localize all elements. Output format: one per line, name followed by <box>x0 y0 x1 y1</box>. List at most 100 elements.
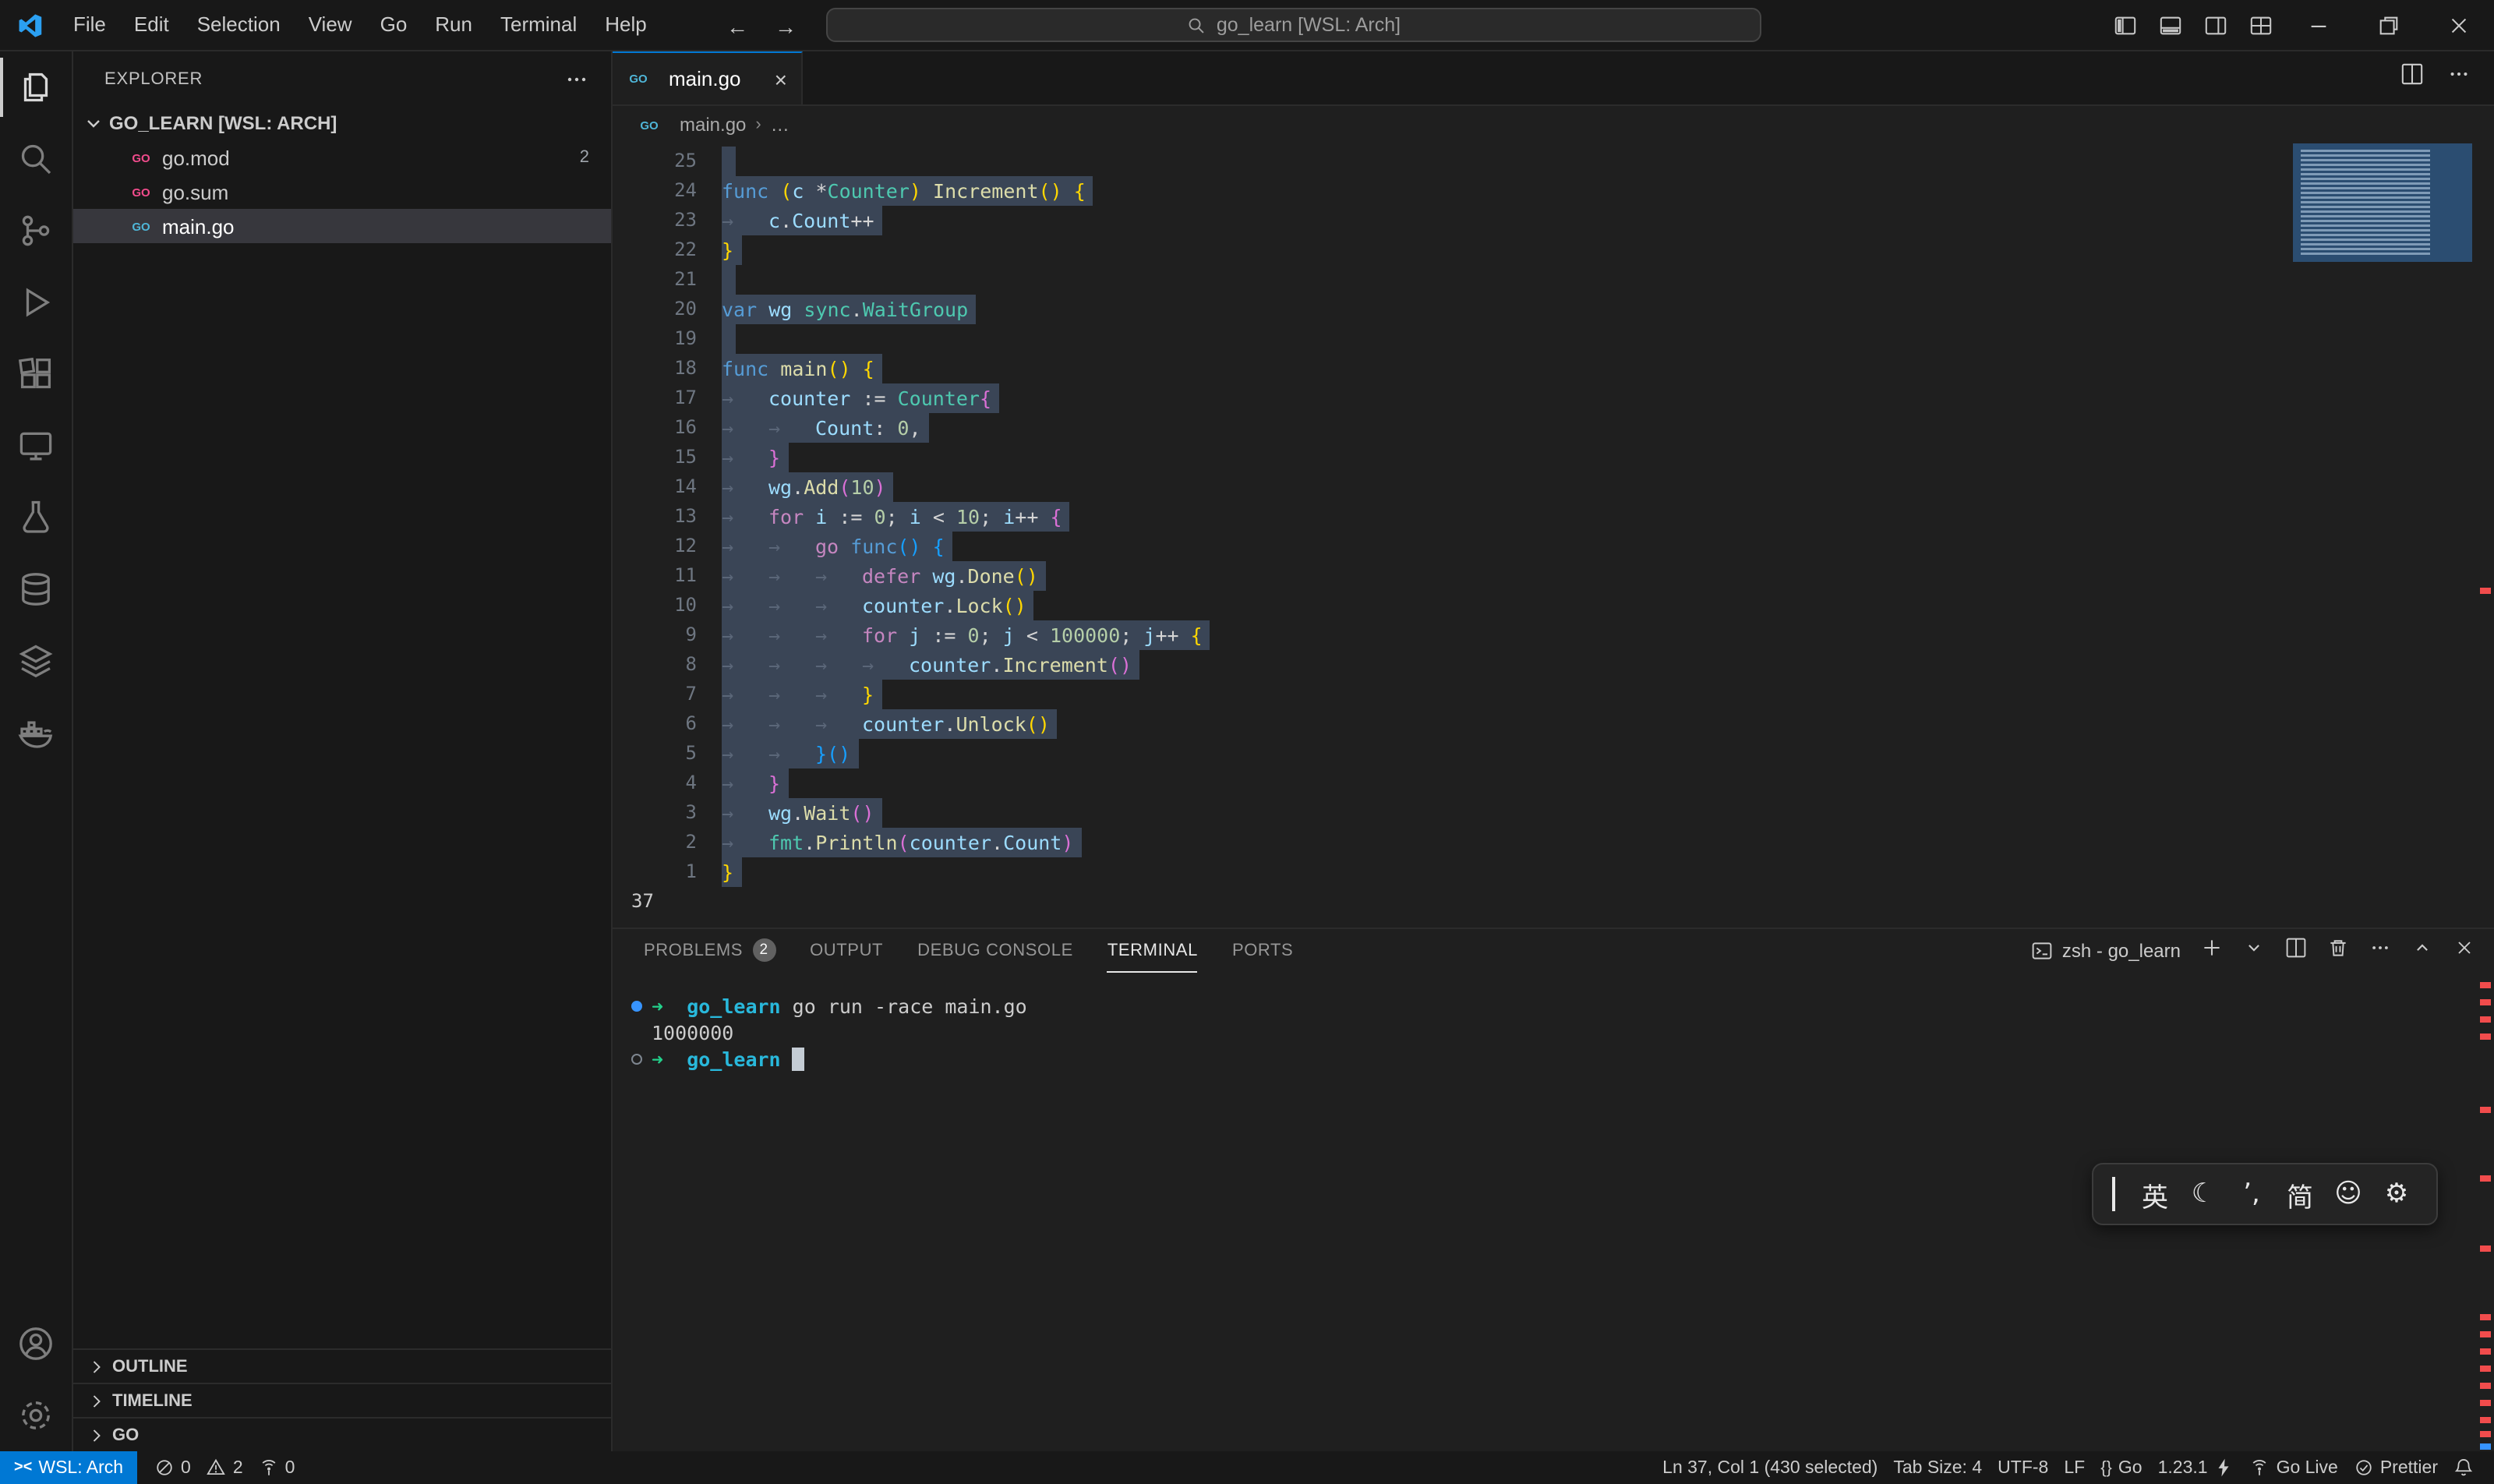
section-timeline[interactable]: TIMELINE <box>73 1383 611 1417</box>
remote-explorer-icon[interactable] <box>0 410 72 482</box>
code-line[interactable]: 2→fmt.Println(counter.Count) <box>613 828 2494 857</box>
lang-english-icon[interactable]: 英 <box>2131 1175 2179 1214</box>
settings-icon[interactable] <box>0 1380 72 1451</box>
menu-view[interactable]: View <box>295 6 366 44</box>
status-go-live[interactable]: Go Live <box>2242 1451 2346 1484</box>
code-line[interactable]: 1} <box>613 857 2494 887</box>
tab-close-icon[interactable]: × <box>775 68 787 90</box>
maximize-panel-icon[interactable] <box>2411 936 2433 966</box>
code-line[interactable]: 37 <box>613 887 2494 917</box>
tab-main-go[interactable]: GO main.go × <box>613 51 803 104</box>
code-line[interactable]: 5→→}() <box>613 739 2494 768</box>
menu-terminal[interactable]: Terminal <box>486 6 591 44</box>
file-row-go-sum[interactable]: GOgo.sum <box>73 175 611 209</box>
code-line[interactable]: 12→→go func() { <box>613 532 2494 561</box>
status-ln-37-col-1-430-selected[interactable]: Ln 37, Col 1 (430 selected) <box>1655 1451 1885 1484</box>
file-row-main-go[interactable]: GOmain.go <box>73 209 611 243</box>
folder-root-row[interactable]: GO_LEARN [WSL: ARCH] <box>73 106 611 140</box>
file-row-go-mod[interactable]: GOgo.mod2 <box>73 140 611 175</box>
panel-tab-terminal[interactable]: TERMINAL <box>1107 929 1198 973</box>
section-go[interactable]: GO <box>73 1417 611 1451</box>
toggle-secondary-sidebar-icon[interactable] <box>2193 5 2238 45</box>
code-line[interactable]: 7→→→} <box>613 680 2494 709</box>
emoji-icon[interactable]: ☺ <box>2324 1178 2372 1210</box>
status-lf[interactable]: LF <box>2056 1451 2093 1484</box>
code-line[interactable]: 18func main() { <box>613 354 2494 383</box>
command-center-search[interactable]: go_learn [WSL: Arch] <box>826 8 1761 42</box>
breadcrumb[interactable]: GO main.go › … <box>613 106 2494 143</box>
kill-terminal-icon[interactable] <box>2327 936 2349 966</box>
layers-icon[interactable] <box>0 625 72 697</box>
status-wsl-arch[interactable]: ><WSL: Arch <box>0 1451 137 1484</box>
menu-edit[interactable]: Edit <box>120 6 183 44</box>
status-2[interactable]: 2 <box>199 1451 251 1484</box>
source-control-icon[interactable] <box>0 195 72 267</box>
code-line[interactable]: 11→→→defer wg.Done() <box>613 561 2494 591</box>
close-window-button[interactable] <box>2424 0 2494 51</box>
code-line[interactable]: 14→wg.Add(10) <box>613 472 2494 502</box>
terminal-profile-chevron-icon[interactable] <box>2243 936 2265 966</box>
command-decoration-outline[interactable] <box>631 1054 642 1065</box>
menu-help[interactable]: Help <box>591 6 661 44</box>
accounts-icon[interactable] <box>0 1308 72 1380</box>
split-terminal-icon[interactable] <box>2285 936 2307 966</box>
breadcrumb-file[interactable]: main.go <box>680 114 746 136</box>
panel-more-actions-icon[interactable] <box>2369 936 2391 966</box>
breadcrumb-more[interactable]: … <box>771 114 790 136</box>
menu-file[interactable]: File <box>59 6 120 44</box>
punctuation-icon[interactable]: ’, <box>2227 1178 2276 1210</box>
code-line[interactable]: 13→for i := 0; i < 10; i++ { <box>613 502 2494 532</box>
code-line[interactable]: 3→wg.Wait() <box>613 798 2494 828</box>
code-line[interactable]: 25 <box>613 147 2494 176</box>
terminal-viewport[interactable]: ➜ go_learn go run -race main.go1000000➜ … <box>613 973 2494 1072</box>
panel-tab-output[interactable]: OUTPUT <box>810 929 883 973</box>
status-bell[interactable] <box>2446 1451 2482 1484</box>
split-editor-icon[interactable] <box>2400 62 2424 94</box>
code-line[interactable]: 22} <box>613 235 2494 265</box>
command-decoration-filled[interactable] <box>631 1001 642 1012</box>
status-0[interactable]: 0 <box>251 1451 303 1484</box>
customize-layout-icon[interactable] <box>2238 5 2284 45</box>
code-line[interactable]: 10→→→counter.Lock() <box>613 591 2494 620</box>
panel-tab-debug-console[interactable]: DEBUG CONSOLE <box>917 929 1073 973</box>
code-line[interactable]: 20var wg sync.WaitGroup <box>613 295 2494 324</box>
toggle-panel-icon[interactable] <box>2148 5 2193 45</box>
minimize-button[interactable] <box>2284 0 2354 51</box>
code-line[interactable]: 15→} <box>613 443 2494 472</box>
ime-settings-icon[interactable]: ⚙ <box>2372 1178 2421 1210</box>
back-arrow-icon[interactable]: ← <box>726 13 748 38</box>
testing-icon[interactable] <box>0 482 72 553</box>
code-line[interactable]: 6→→→counter.Unlock() <box>613 709 2494 739</box>
status-1-23-1[interactable]: 1.23.1 <box>2150 1451 2242 1484</box>
sidebar-more-actions-icon[interactable] <box>564 66 589 91</box>
code-editor[interactable]: 2524func (c *Counter) Increment() {23→c.… <box>613 143 2494 928</box>
run-debug-icon[interactable] <box>0 267 72 338</box>
search-icon[interactable] <box>0 123 72 195</box>
menu-go[interactable]: Go <box>366 6 422 44</box>
panel-tab-ports[interactable]: PORTS <box>1232 929 1293 973</box>
toggle-sidebar-icon[interactable] <box>2103 5 2148 45</box>
extensions-icon[interactable] <box>0 338 72 410</box>
new-terminal-icon[interactable] <box>2201 936 2223 966</box>
code-line[interactable]: 17→counter := Counter{ <box>613 383 2494 413</box>
close-panel-icon[interactable] <box>2453 936 2475 966</box>
terminal-instance[interactable]: zsh - go_learn <box>2031 940 2181 962</box>
status-tab-size-4[interactable]: Tab Size: 4 <box>1885 1451 1990 1484</box>
forward-arrow-icon[interactable]: → <box>775 13 797 38</box>
status-go[interactable]: {}Go <box>2093 1451 2150 1484</box>
code-line[interactable]: 9→→→for j := 0; j < 100000; j++ { <box>613 620 2494 650</box>
status-utf-8[interactable]: UTF-8 <box>1990 1451 2056 1484</box>
minimap[interactable] <box>2293 143 2472 262</box>
menu-run[interactable]: Run <box>421 6 486 44</box>
code-line[interactable]: 8→→→→counter.Increment() <box>613 650 2494 680</box>
database-icon[interactable] <box>0 553 72 625</box>
panel-tab-problems[interactable]: PROBLEMS2 <box>644 929 775 973</box>
code-line[interactable]: 23→c.Count++ <box>613 206 2494 235</box>
restore-button[interactable] <box>2354 0 2424 51</box>
status-prettier[interactable]: Prettier <box>2346 1451 2446 1484</box>
code-line[interactable]: 4→} <box>613 768 2494 798</box>
section-outline[interactable]: OUTLINE <box>73 1348 611 1383</box>
code-line[interactable]: 16→→Count: 0, <box>613 413 2494 443</box>
code-line[interactable]: 21 <box>613 265 2494 295</box>
menu-selection[interactable]: Selection <box>183 6 295 44</box>
